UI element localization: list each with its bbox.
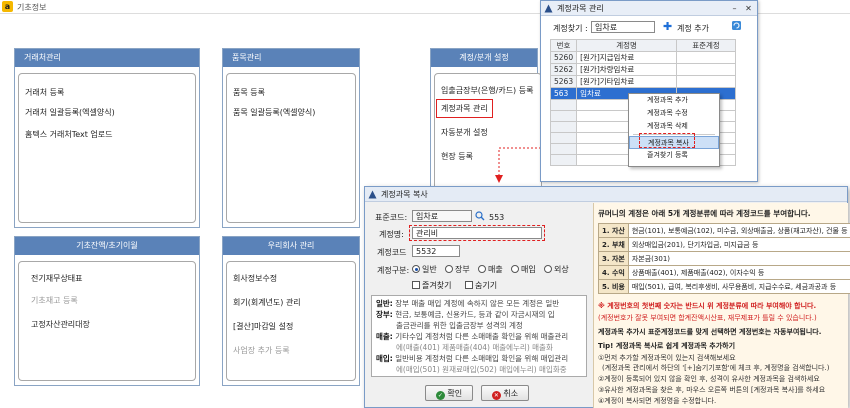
panel-product-header: 품목관리 (223, 49, 359, 67)
panel-customer-header: 거래처관리 (15, 49, 199, 67)
radio-ledger-icon (445, 265, 453, 273)
menu-account-manage[interactable]: 계정과목 관리 (436, 99, 493, 118)
close-icon[interactable]: ✕ (743, 3, 754, 14)
hide-checkbox[interactable]: 숨기기 (465, 280, 497, 291)
account-type-label: 계정구분: (377, 266, 410, 275)
panel-company: 우리회사 관리 회사정보수정 회기(회계년도) 관리 [결산]마감일 설정 사업… (222, 236, 360, 386)
help-tip-2: ②계정이 등록되어 있지 않을 확인 후, 성격이 유사한 계정과목을 검색하세… (598, 375, 820, 383)
table-row[interactable]: 5262 [원가]차량임차료 (549, 63, 736, 76)
help-note-auto: 계정과목 추가시 표준계정코드를 맞게 선택하면 계정번호는 자동부여됩니다. (598, 328, 822, 336)
cancel-button[interactable]: ✕ 취소 (481, 385, 529, 401)
help-note-red: ※ 계정번호의 첫번째 숫자는 반드시 위 계정분류에 따라 부여해야 합니다. (598, 302, 817, 310)
std-code-input[interactable]: 임차료 (412, 210, 472, 222)
category-row: 3. 자본 자본금(301) (598, 251, 850, 266)
add-account-plus-icon[interactable]: ✚ (663, 20, 672, 33)
category-row: 5. 비용 매입(501), 급여, 복리후생비, 사무용품비, 지급수수료, 세… (598, 279, 850, 294)
panel-company-header: 우리회사 관리 (223, 237, 359, 255)
menu-opening-inventory[interactable]: 기초재고 등록 (31, 295, 78, 306)
category-row: 1. 자산 현금(101), 보통예금(102), 미수금, 외상매출금, 상품(… (598, 223, 850, 238)
radio-general[interactable]: 일반 (412, 264, 437, 275)
menu-customer-register[interactable]: 거래처 등록 (25, 87, 64, 98)
copy-dialog-titlebar: 계정과목 복사 (365, 187, 847, 202)
menu-site-register[interactable]: 현장 등록 (441, 151, 473, 162)
menu-company-info[interactable]: 회사정보수정 (233, 273, 277, 284)
add-account-button[interactable]: 계정 추가 (677, 23, 709, 34)
table-row[interactable]: 5263 [원가]기타임차료 (549, 75, 736, 88)
category-row: 2. 부채 외상매입금(201), 단기차입금, 미지급금 등 (598, 237, 850, 252)
account-manage-titlebar: 계정과목 관리 – ✕ (541, 1, 757, 16)
favorite-checkbox[interactable]: 즐겨찾기 (412, 280, 451, 291)
menu-hometax-upload[interactable]: 홈텍스 거래처Text 업로드 (25, 129, 113, 140)
radio-purchase-icon (511, 265, 519, 273)
menu-auto-journal[interactable]: 자동분개 설정 (441, 127, 488, 138)
panel-account-setup-header: 계정/분개 설정 (431, 49, 537, 67)
category-row: 4. 수익 상품매출(401), 제품매출(402), 이자수익 등 (598, 265, 850, 280)
account-category-table: 1. 자산 현금(101), 보통예금(102), 미수금, 외상매출금, 상품(… (598, 223, 850, 294)
cancel-x-icon: ✕ (491, 391, 501, 400)
copy-dialog-icon (368, 190, 377, 199)
ctx-add-favorite[interactable]: 즐겨찾기 등록 (629, 149, 719, 162)
help-tip-3: ③유사한 계정과목을 찾은 후, 마우스 오른쪽 버튼의 [계정과목 복사]를 … (598, 386, 826, 394)
menu-product-register[interactable]: 품목 등록 (233, 87, 265, 98)
radio-credit[interactable]: 외상 (544, 264, 569, 275)
ctx-delete-account[interactable]: 계정과목 삭제 (629, 120, 719, 133)
account-manage-title: 계정과목 관리 (557, 4, 604, 13)
std-code-number: 553 (489, 213, 505, 222)
col-name[interactable]: 계정명 (576, 39, 678, 52)
account-name-label: 계정명: (379, 230, 404, 239)
ctx-add-account[interactable]: 계정과목 추가 (629, 94, 719, 107)
help-heading: 큐머니의 계정은 아래 5개 계정분류에 따라 계정코드를 부여합니다. (598, 209, 811, 218)
help-tip-title: Tip! 계정과목 복사로 쉽게 계정과목 추가하기 (598, 342, 736, 350)
table-row[interactable]: 5260 [원가]지급임차료 (549, 51, 736, 64)
col-std[interactable]: 표준계정 (676, 39, 736, 52)
menu-product-bulk-register[interactable]: 품목 일괄등록(엑셀양식) (233, 107, 315, 118)
help-panel: 큐머니의 계정은 아래 5개 계정분류에 따라 계정코드를 부여합니다. 1. … (593, 203, 850, 408)
account-type-description: 일반: 장부 매출 매입 계정에 속하지 않은 모든 계정은 일반 장부: 현금… (371, 295, 587, 377)
account-name-highlight (409, 225, 545, 241)
help-tip-4: ④계정이 복사되면 계정명을 수정합니다. (598, 397, 717, 405)
menu-prior-balance-sheet[interactable]: 전기재무상태표 (31, 273, 83, 284)
account-search-input[interactable]: 임차료 (591, 21, 655, 33)
account-code-input[interactable]: 5532 (412, 245, 460, 257)
radio-sales[interactable]: 매출 (478, 264, 503, 275)
ctx-copy-highlight (639, 133, 695, 148)
copy-dialog-title: 계정과목 복사 (381, 190, 428, 199)
ctx-edit-account[interactable]: 계정과목 수정 (629, 107, 719, 120)
radio-general-icon (412, 265, 420, 273)
account-copy-dialog: 계정과목 복사 표준코드: 임차료 553 계정명: 관리비 계정코드 5532… (364, 186, 850, 408)
std-code-label: 표준코드: (375, 213, 408, 222)
menu-add-branch[interactable]: 사업장 추가 등록 (233, 345, 290, 356)
hide-checkbox-icon (465, 281, 473, 289)
menu-closing-date[interactable]: [결산]마감일 설정 (233, 321, 293, 332)
radio-sales-icon (478, 265, 486, 273)
context-menu: 계정과목 추가 계정과목 수정 계정과목 삭제 계정과목 복사 즐겨찾기 등록 (628, 93, 720, 167)
col-num[interactable]: 번호 (549, 39, 578, 52)
radio-purchase[interactable]: 매입 (511, 264, 536, 275)
minimize-icon[interactable]: – (729, 3, 740, 14)
main-window-title: 기초정보 (17, 3, 47, 12)
account-code-label: 계정코드 (377, 248, 407, 257)
panel-customer: 거래처관리 거래처 등록 거래처 일괄등록(엑셀양식) 홈텍스 거래처Text … (14, 48, 200, 228)
radio-ledger[interactable]: 장부 (445, 264, 470, 275)
favorite-checkbox-icon (412, 281, 420, 289)
search-icon[interactable] (475, 211, 485, 221)
help-tip-1: ①먼저 추가할 계정과목이 있는지 검색해보세요 (598, 354, 736, 362)
account-search-label: 계정찾기 : (553, 24, 588, 33)
ok-check-icon: ✓ (435, 391, 445, 400)
refresh-icon[interactable] (731, 20, 742, 31)
ok-button[interactable]: ✓ 확인 (425, 385, 473, 401)
panel-opening: 기초잔액/초기이월 전기재무상태표 기초재고 등록 고정자산관리대장 (14, 236, 200, 386)
radio-credit-icon (544, 265, 552, 273)
menu-bankbook-register[interactable]: 입출금장부(은행/카드) 등록 (441, 85, 533, 96)
menu-fiscal-year[interactable]: 회기(회계년도) 관리 (233, 297, 301, 308)
app-logo-icon: a (2, 1, 13, 12)
help-tip-1-sub: (계정과목 관리에서 하단의 '[+]숨기기포함'에 체크 후, 계정명을 검색… (602, 364, 830, 372)
help-note-red-sub: (계정번호가 잘못 부여되면 합계잔액시산표, 재무제표가 틀릴 수 있습니다.… (598, 314, 817, 322)
menu-customer-bulk-register[interactable]: 거래처 일괄등록(엑셀양식) (25, 107, 115, 118)
menu-fixed-asset-ledger[interactable]: 고정자산관리대장 (31, 319, 90, 330)
panel-product: 품목관리 품목 등록 품목 일괄등록(엑셀양식) (222, 48, 360, 228)
account-window-icon (544, 4, 553, 13)
account-table-header: 번호 계정명 표준계정 (549, 39, 736, 52)
panel-opening-header: 기초잔액/초기이월 (15, 237, 199, 255)
